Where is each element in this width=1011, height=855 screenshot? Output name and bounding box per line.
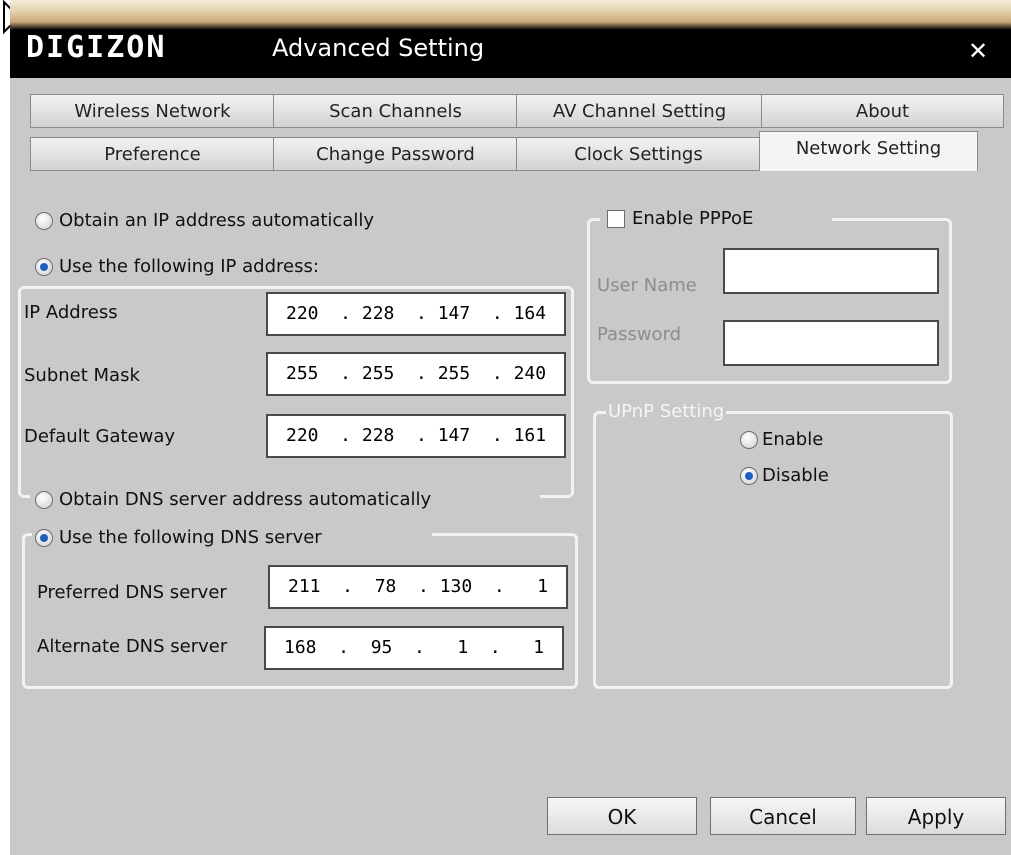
advanced-setting-window: DIGIZON Advanced Setting ✕ Wireless Netw… bbox=[10, 0, 1011, 855]
default-gateway-label: Default Gateway bbox=[24, 426, 176, 447]
ip-manual-radio[interactable] bbox=[35, 258, 53, 276]
alternate-dns-label: Alternate DNS server bbox=[37, 636, 228, 657]
tab-preference[interactable]: Preference bbox=[30, 137, 275, 171]
tab-change-password[interactable]: Change Password bbox=[273, 137, 518, 171]
title-bar[interactable]: DIGIZON Advanced Setting ✕ bbox=[10, 0, 1011, 78]
enable-pppoe-label: Enable PPPoE bbox=[632, 208, 754, 229]
ip-manual-label: Use the following IP address: bbox=[59, 256, 319, 277]
window-title: Advanced Setting bbox=[272, 34, 485, 62]
tab-about[interactable]: About bbox=[761, 94, 1004, 128]
apply-button[interactable]: Apply bbox=[866, 797, 1006, 835]
dns-auto-label: Obtain DNS server address automatically bbox=[59, 489, 432, 510]
tab-wireless-network[interactable]: Wireless Network bbox=[30, 94, 275, 128]
digizon-logo: DIGIZON bbox=[26, 30, 167, 65]
preferred-dns-input[interactable]: 211 . 78 . 130 . 1 bbox=[268, 565, 568, 609]
tab-av-channel-setting[interactable]: AV Channel Setting bbox=[516, 94, 763, 128]
subnet-mask-label: Subnet Mask bbox=[24, 365, 140, 386]
ip-address-label: IP Address bbox=[24, 302, 118, 323]
ip-auto-radio[interactable] bbox=[35, 212, 53, 230]
enable-pppoe-checkbox[interactable] bbox=[607, 210, 625, 228]
cancel-button[interactable]: Cancel bbox=[710, 797, 856, 835]
upnp-group bbox=[593, 411, 953, 689]
ip-auto-label: Obtain an IP address automatically bbox=[59, 210, 375, 231]
pppoe-username-label: User Name bbox=[597, 275, 697, 296]
ip-address-input[interactable]: 220 . 228 . 147 . 164 bbox=[266, 292, 566, 336]
pppoe-username-input[interactable] bbox=[723, 248, 939, 294]
upnp-enable-radio[interactable] bbox=[740, 431, 758, 449]
pppoe-password-input[interactable] bbox=[723, 320, 939, 366]
tab-scan-channels[interactable]: Scan Channels bbox=[273, 94, 518, 128]
close-icon[interactable]: ✕ bbox=[963, 36, 993, 66]
tab-network-setting[interactable]: Network Setting bbox=[759, 131, 978, 171]
dns-manual-radio[interactable] bbox=[35, 529, 53, 547]
subnet-mask-input[interactable]: 255 . 255 . 255 . 240 bbox=[266, 352, 566, 396]
pppoe-password-label: Password bbox=[597, 324, 682, 345]
default-gateway-input[interactable]: 220 . 228 . 147 . 161 bbox=[266, 414, 566, 458]
upnp-disable-radio[interactable] bbox=[740, 467, 758, 485]
upnp-group-title: UPnP Setting bbox=[606, 401, 727, 422]
upnp-enable-label: Enable bbox=[762, 429, 824, 450]
alternate-dns-input[interactable]: 168 . 95 . 1 . 1 bbox=[264, 626, 564, 670]
dns-auto-radio[interactable] bbox=[35, 491, 53, 509]
tab-clock-settings[interactable]: Clock Settings bbox=[516, 137, 761, 171]
ok-button[interactable]: OK bbox=[547, 797, 697, 835]
dns-manual-label: Use the following DNS server bbox=[59, 527, 322, 548]
upnp-disable-label: Disable bbox=[762, 465, 829, 486]
preferred-dns-label: Preferred DNS server bbox=[37, 582, 227, 603]
